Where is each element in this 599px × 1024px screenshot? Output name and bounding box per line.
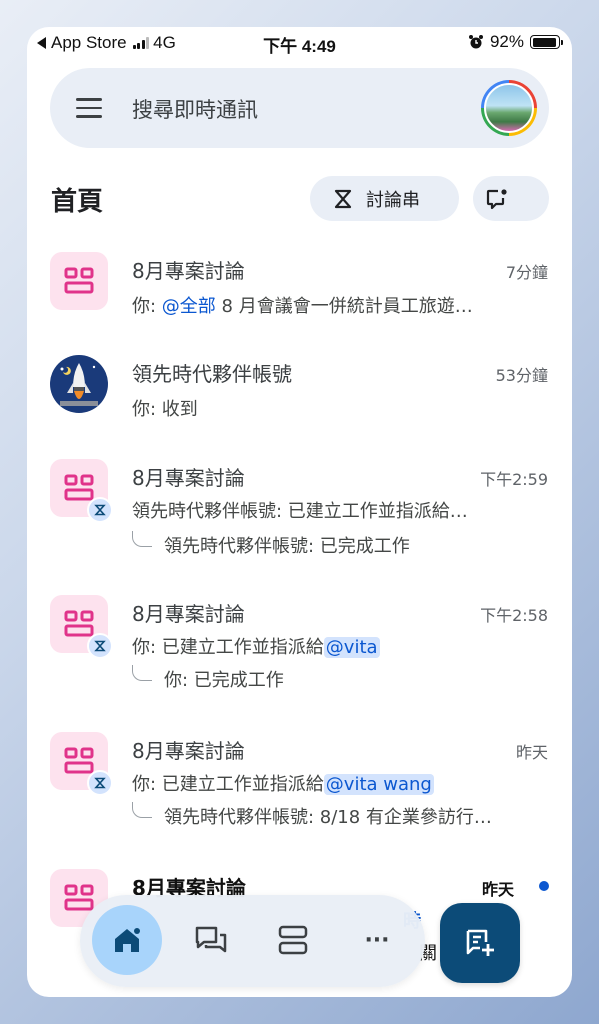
bottom-navigation: ··· xyxy=(80,895,425,987)
chat-icon xyxy=(195,926,227,953)
room-icon xyxy=(64,474,94,501)
more-icon: ··· xyxy=(364,927,390,953)
chat-item[interactable]: 8月專案討論 7分鐘 你: @全部 8 月會議會一併統計員工旅遊… xyxy=(27,252,572,332)
battery-fill xyxy=(532,37,556,47)
chat-preview: 你: 收到 xyxy=(132,399,198,420)
clock: 下午 4:49 xyxy=(263,37,336,56)
thread-reply-preview: 領先時代夥伴帳號: 已完成工作 xyxy=(164,536,410,557)
status-bar: App Store 4G 下午 4:49 92% xyxy=(27,27,572,57)
preview-text: 你: 已建立工作並指派給 xyxy=(132,774,324,795)
thread-badge-icon xyxy=(87,497,113,523)
back-app-label: App Store xyxy=(51,33,127,52)
threads-button[interactable]: 討論串 xyxy=(310,176,459,221)
mention-chip: @vita wang xyxy=(323,774,434,795)
nav-home[interactable] xyxy=(92,905,162,975)
avatar-image xyxy=(484,83,534,133)
chat-preview: 領先時代夥伴帳號: 已建立工作並指派給… xyxy=(132,501,468,522)
chat-preview: 你: 已建立工作並指派給 @vita xyxy=(132,633,532,659)
room-icon xyxy=(64,884,94,911)
menu-icon[interactable] xyxy=(76,98,102,118)
alarm-icon xyxy=(468,35,483,49)
preview-text: 8 月會議會一併統計員工旅遊… xyxy=(215,296,473,317)
phone-screen: App Store 4G 下午 4:49 92% 搜尋即時通訊 首頁 討論串 8… xyxy=(27,27,572,997)
chat-title: 8月專案討論 xyxy=(132,602,245,626)
thread-reply-preview: 領先時代夥伴帳號: 8/18 有企業參訪行… xyxy=(164,807,492,828)
chat-preview: 你: 已建立工作並指派給 @vita wang xyxy=(132,770,532,796)
page-title: 首頁 xyxy=(51,187,104,217)
signal-icon xyxy=(132,37,150,49)
preview-prefix: 你: xyxy=(132,296,162,317)
new-chat-icon xyxy=(466,929,494,956)
thread-reply-preview: 你: 已完成工作 xyxy=(164,670,284,691)
new-chat-button[interactable] xyxy=(440,903,520,983)
thread-badge-icon xyxy=(87,633,113,659)
chat-item[interactable]: 領先時代夥伴帳號 53分鐘 你: 收到 xyxy=(27,355,572,435)
mention-all: @全部 xyxy=(161,296,216,317)
search-bar[interactable]: 搜尋即時通訊 xyxy=(50,68,549,148)
back-arrow-icon xyxy=(37,37,46,49)
nav-chat[interactable] xyxy=(176,905,246,975)
network-label: 4G xyxy=(153,33,176,52)
mention-chip: @vita xyxy=(323,637,380,658)
unread-indicator xyxy=(539,881,549,891)
thread-badge-icon xyxy=(87,770,113,796)
nav-spaces[interactable] xyxy=(258,905,328,975)
room-icon xyxy=(64,267,94,294)
chat-title: 8月專案討論 xyxy=(132,739,245,763)
home-icon xyxy=(115,928,140,952)
thread-icon xyxy=(334,189,352,208)
chat-time: 下午2:59 xyxy=(480,470,548,489)
chat-time: 昨天 xyxy=(515,743,548,762)
new-message-button[interactable] xyxy=(473,176,549,221)
battery-percent: 92% xyxy=(489,32,524,51)
chat-item[interactable]: 8月專案討論 昨天 你: 已建立工作並指派給 @vita wang 領先時代夥伴帳… xyxy=(27,732,572,842)
chat-time: 53分鐘 xyxy=(495,366,548,385)
room-icon xyxy=(64,610,94,637)
spaces-icon xyxy=(278,925,308,955)
threads-label: 討論串 xyxy=(366,189,420,211)
preview-text: 你: 已建立工作並指派給 xyxy=(132,637,324,658)
account-avatar[interactable] xyxy=(481,80,537,136)
chat-time: 7分鐘 xyxy=(505,263,548,282)
chat-title: 8月專案討論 xyxy=(132,466,245,490)
search-input[interactable]: 搜尋即時通訊 xyxy=(132,94,258,124)
room-icon xyxy=(64,747,94,774)
chat-preview: 你: @全部 8 月會議會一併統計員工旅遊… xyxy=(132,292,532,318)
chat-title: 8月專案討論 xyxy=(132,259,245,283)
chat-time: 昨天 xyxy=(481,880,514,899)
battery-icon xyxy=(530,35,563,49)
compose-chat-icon xyxy=(486,189,507,210)
room-avatar xyxy=(50,252,108,310)
dm-avatar xyxy=(50,355,108,413)
chat-time: 下午2:58 xyxy=(480,606,548,625)
rocket-icon xyxy=(60,363,98,406)
back-to-app[interactable]: App Store 4G xyxy=(37,33,176,53)
chat-title: 領先時代夥伴帳號 xyxy=(132,362,292,386)
nav-more[interactable]: ··· xyxy=(342,905,412,975)
chat-item[interactable]: 8月專案討論 下午2:58 你: 已建立工作並指派給 @vita 你: 已完成工作 xyxy=(27,595,572,705)
chat-item[interactable]: 8月專案討論 下午2:59 領先時代夥伴帳號: 已建立工作並指派給… 領先時代夥… xyxy=(27,459,572,569)
